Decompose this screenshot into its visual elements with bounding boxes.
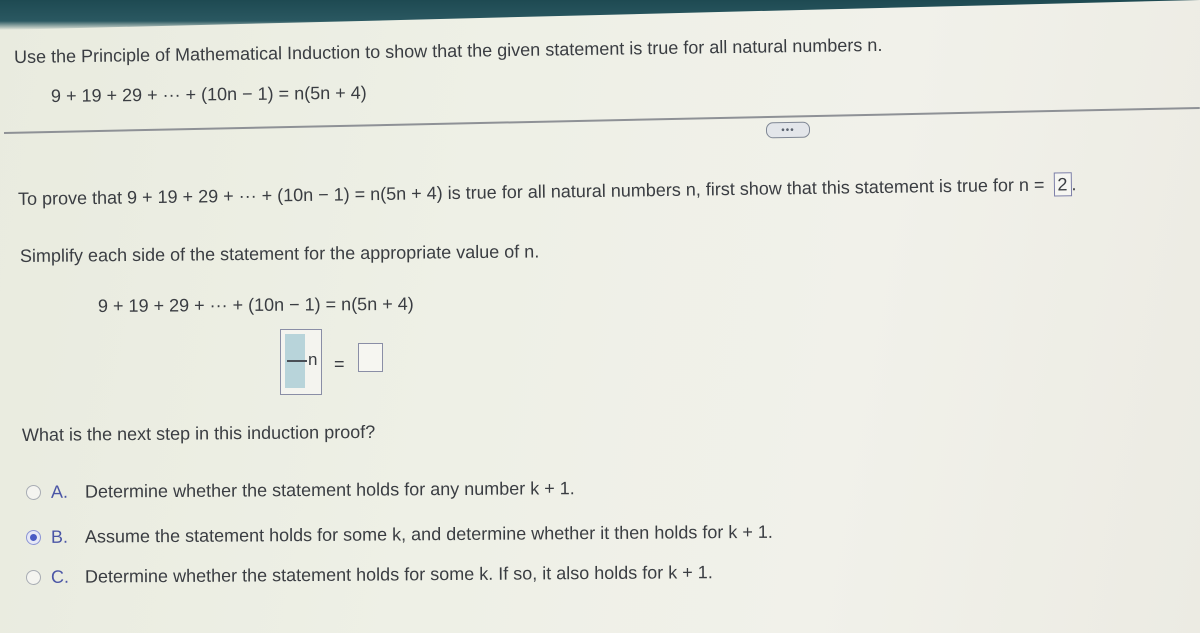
option-b-letter: B. xyxy=(50,526,69,547)
option-c-text: Determine whether the statement holds fo… xyxy=(84,562,713,587)
lhs-input-suffix: n xyxy=(308,350,318,369)
equals-sign: = xyxy=(334,354,345,374)
option-c-letter: C. xyxy=(50,566,70,587)
question-instruction: Use the Principle of Mathematical Induct… xyxy=(13,34,883,67)
option-a[interactable]: A. Determine whether the statement holds… xyxy=(25,478,575,503)
option-b[interactable]: B. Assume the statement holds for some k… xyxy=(25,521,773,548)
simplify-instruction: Simplify each side of the statement for … xyxy=(19,241,540,266)
next-step-question: What is the next step in this induction … xyxy=(21,421,376,445)
base-case-prompt-text: To prove that 9 + 19 + 29 + ··· + (10n −… xyxy=(17,174,1045,209)
option-a-letter: A. xyxy=(50,481,69,502)
lhs-fraction-input[interactable]: n xyxy=(280,329,322,395)
expand-more-button[interactable]: ••• xyxy=(765,121,811,139)
base-case-period: . xyxy=(1071,174,1077,195)
radio-option-b-selected[interactable] xyxy=(25,529,42,545)
rhs-answer-input[interactable] xyxy=(358,343,383,372)
base-case-prompt: To prove that 9 + 19 + 29 + ··· + (10n −… xyxy=(18,172,1077,211)
window-top-bar xyxy=(0,0,1200,30)
base-case-n-answer[interactable]: 2 xyxy=(1053,172,1072,197)
radio-option-c[interactable] xyxy=(25,569,42,585)
section-divider xyxy=(3,106,1200,134)
option-c[interactable]: C. Determine whether the statement holds… xyxy=(25,562,713,588)
work-equation: 9 + 19 + 29 + ··· + (10n − 1) = n(5n + 4… xyxy=(97,293,414,316)
question-statement: 9 + 19 + 29 + ··· + (10n − 1) = n(5n + 4… xyxy=(50,82,367,106)
option-b-text: Assume the statement holds for some k, a… xyxy=(84,521,773,547)
fraction-bar xyxy=(287,360,307,362)
option-a-text: Determine whether the statement holds fo… xyxy=(84,478,575,502)
radio-option-a[interactable] xyxy=(25,484,42,500)
